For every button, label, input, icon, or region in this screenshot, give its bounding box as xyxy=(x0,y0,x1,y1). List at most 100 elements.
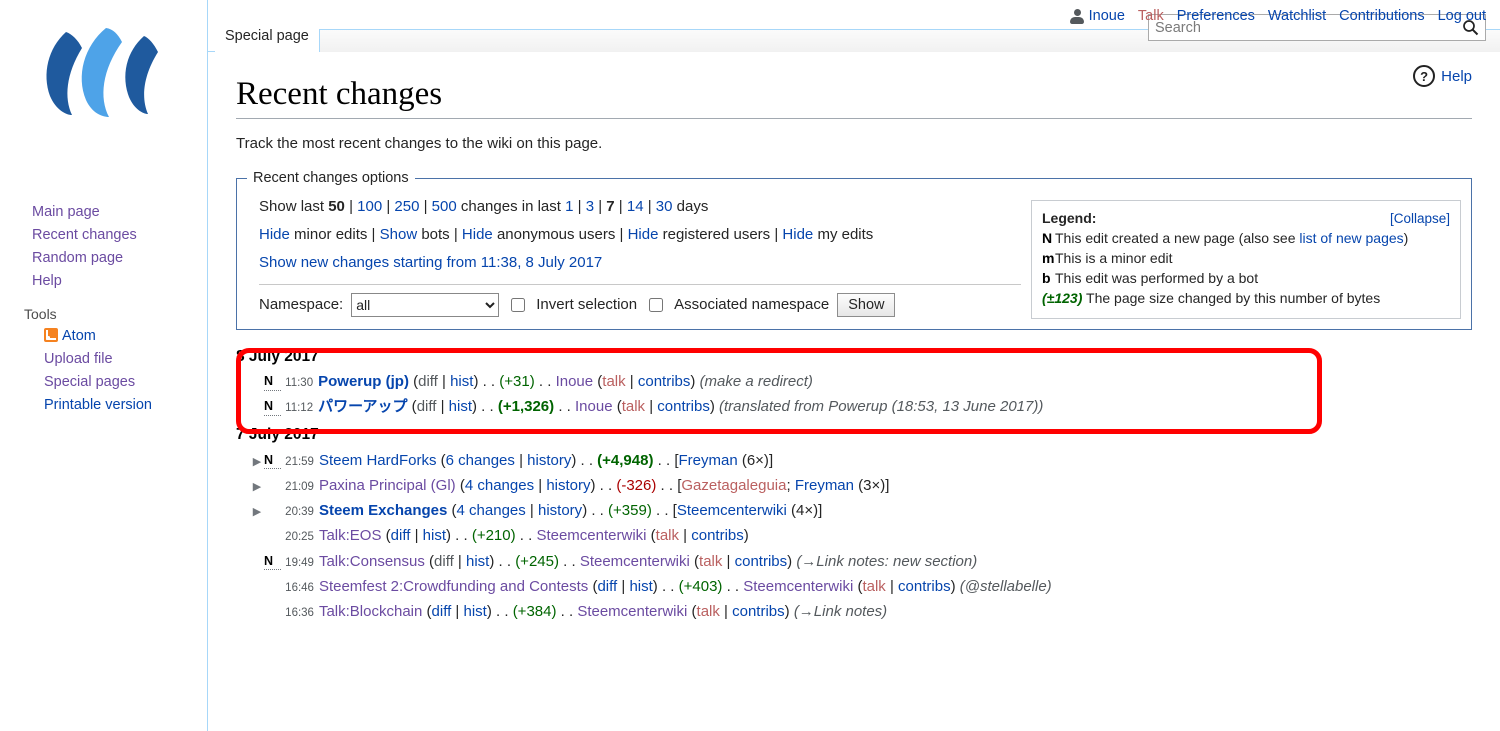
legend-link-new-pages[interactable]: list of new pages xyxy=(1299,230,1403,246)
limit-50[interactable]: 50 xyxy=(328,198,345,215)
sidebar-item-main-page[interactable]: Main page xyxy=(0,200,207,223)
limit-250[interactable]: 250 xyxy=(394,198,419,215)
user-contribs-link[interactable]: contribs xyxy=(691,527,744,544)
hist-link[interactable]: hist xyxy=(629,578,652,595)
bracket-user-link[interactable]: Freyman xyxy=(795,477,854,494)
table-row[interactable]: 16:36 Talk:Blockchain (diff | hist) . . (… xyxy=(250,600,1472,625)
show-new-changes-link[interactable]: Show new changes starting from 11:38, 8 … xyxy=(259,254,602,271)
user-contribs-link[interactable]: contribs xyxy=(735,553,788,570)
sidebar-item-help[interactable]: Help xyxy=(0,269,207,292)
filter-hide-registered-action[interactable]: Hide xyxy=(628,226,659,243)
limit-500[interactable]: 500 xyxy=(432,198,457,215)
entry-user-link[interactable]: Inoue xyxy=(575,398,613,415)
user-contribs-link[interactable]: contribs xyxy=(657,398,710,415)
sidebar-item-random-page[interactable]: Random page xyxy=(0,246,207,269)
changes-count-link[interactable]: 4 changes xyxy=(457,502,526,519)
user-talk-link[interactable]: talk xyxy=(602,373,625,390)
personal-link-contributions[interactable]: Contributions xyxy=(1339,8,1424,24)
entry-title-link[interactable]: Steem Exchanges xyxy=(319,502,447,519)
sidebar-item-special-pages[interactable]: Special pages xyxy=(0,370,207,393)
expand-arrow-icon[interactable]: ▶ xyxy=(250,505,264,520)
diff-link[interactable]: diff xyxy=(391,527,411,544)
entry-title-link[interactable]: Paxina Principal (Gl) xyxy=(319,477,456,494)
limit-100[interactable]: 100 xyxy=(357,198,382,215)
history-link[interactable]: history xyxy=(527,452,571,469)
table-row[interactable]: N 11:12 パワーアップ (diff | hist) . . (+1,326)… xyxy=(250,395,1472,420)
sidebar-link-main-page[interactable]: Main page xyxy=(32,204,100,220)
user-contribs-link[interactable]: contribs xyxy=(898,578,951,595)
user-talk-link[interactable]: talk xyxy=(656,527,679,544)
user-talk-link[interactable]: talk xyxy=(697,603,720,620)
changes-count-link[interactable]: 4 changes xyxy=(465,477,534,494)
hist-link[interactable]: hist xyxy=(466,553,489,570)
user-talk-link[interactable]: talk xyxy=(699,553,722,570)
bracket-user-link[interactable]: Steemcenterwiki xyxy=(677,502,787,519)
filter-hide-anon-action[interactable]: Hide xyxy=(462,226,493,243)
table-row[interactable]: 16:46 Steemfest 2:Crowdfunding and Contes… xyxy=(250,574,1472,599)
table-row[interactable]: ▶ 20:39 Steem Exchanges (4 changes | hist… xyxy=(250,499,1472,524)
sidebar-link-special-pages[interactable]: Special pages xyxy=(44,374,135,390)
table-row[interactable]: 20:25 Talk:EOS (diff | hist) . . (+210) .… xyxy=(250,524,1472,549)
sidebar-link-atom[interactable]: Atom xyxy=(62,328,96,344)
bracket-user-link[interactable]: Gazetagaleguia xyxy=(681,477,786,494)
entry-title-link[interactable]: Talk:Consensus xyxy=(319,553,425,570)
show-button[interactable]: Show xyxy=(837,292,896,317)
user-account[interactable]: Inoue xyxy=(1069,8,1125,24)
hist-link[interactable]: hist xyxy=(450,373,473,390)
help-link-label[interactable]: Help xyxy=(1441,68,1472,85)
entry-title-link[interactable]: Steem HardForks xyxy=(319,452,437,469)
diff-link[interactable]: diff xyxy=(597,578,617,595)
sidebar-item-atom[interactable]: Atom xyxy=(0,324,207,347)
table-row[interactable]: N 19:49 Talk:Consensus (diff | hist) . . … xyxy=(250,549,1472,574)
table-row[interactable]: ▶ 21:09 Paxina Principal (Gl) (4 changes … xyxy=(250,473,1472,498)
entry-title-link[interactable]: Talk:Blockchain xyxy=(319,603,422,620)
filter-hide-minor-action[interactable]: Hide xyxy=(259,226,290,243)
associated-namespace-checkbox[interactable] xyxy=(649,297,664,312)
days-30[interactable]: 30 xyxy=(656,198,673,215)
sidebar-item-recent-changes[interactable]: Recent changes xyxy=(0,223,207,246)
entry-user-link[interactable]: Steemcenterwiki xyxy=(743,578,853,595)
sidebar-link-upload-file[interactable]: Upload file xyxy=(44,351,113,367)
steem-logo[interactable] xyxy=(26,18,186,118)
user-contribs-link[interactable]: contribs xyxy=(638,373,691,390)
bracket-user-link[interactable]: Freyman xyxy=(678,452,737,469)
personal-link-talk[interactable]: Talk xyxy=(1138,8,1164,24)
personal-link-watchlist[interactable]: Watchlist xyxy=(1268,8,1326,24)
entry-user-link[interactable]: Steemcenterwiki xyxy=(577,603,687,620)
user-talk-link[interactable]: talk xyxy=(622,398,645,415)
personal-link-user[interactable]: Inoue xyxy=(1089,8,1125,24)
entry-title-link[interactable]: Powerup (jp) xyxy=(318,373,409,390)
sidebar-item-upload-file[interactable]: Upload file xyxy=(0,347,207,370)
sidebar-item-printable-version[interactable]: Printable version xyxy=(0,393,207,416)
filter-hide-myedits-action[interactable]: Hide xyxy=(782,226,813,243)
invert-selection-checkbox[interactable] xyxy=(511,297,526,312)
expand-arrow-icon[interactable]: ▶ xyxy=(250,455,264,470)
hist-link[interactable]: hist xyxy=(449,398,472,415)
days-14[interactable]: 14 xyxy=(627,198,644,215)
sidebar-link-help[interactable]: Help xyxy=(32,273,62,289)
days-3[interactable]: 3 xyxy=(586,198,594,215)
history-link[interactable]: history xyxy=(538,502,582,519)
diff-link[interactable]: diff xyxy=(432,603,452,620)
user-talk-link[interactable]: talk xyxy=(862,578,885,595)
help-link[interactable]: ? Help xyxy=(1413,65,1472,87)
hist-link[interactable]: hist xyxy=(464,603,487,620)
table-row[interactable]: ▶ N 21:59 Steem HardForks (6 changes | his… xyxy=(250,448,1472,473)
personal-link-preferences[interactable]: Preferences xyxy=(1177,8,1255,24)
days-7[interactable]: 7 xyxy=(606,198,614,215)
sidebar-link-random-page[interactable]: Random page xyxy=(32,250,123,266)
user-contribs-link[interactable]: contribs xyxy=(732,603,785,620)
entry-user-link[interactable]: Inoue xyxy=(556,373,594,390)
entry-user-link[interactable]: Steemcenterwiki xyxy=(580,553,690,570)
hist-link[interactable]: hist xyxy=(423,527,446,544)
changes-count-link[interactable]: 6 changes xyxy=(446,452,515,469)
sidebar-link-printable-version[interactable]: Printable version xyxy=(44,397,152,413)
legend-collapse-link[interactable]: [Collapse] xyxy=(1390,209,1450,228)
expand-arrow-icon[interactable]: ▶ xyxy=(250,480,264,495)
tab-special-page[interactable]: Special page xyxy=(215,22,319,52)
entry-user-link[interactable]: Steemcenterwiki xyxy=(536,527,646,544)
personal-link-logout[interactable]: Log out xyxy=(1438,8,1486,24)
namespace-select[interactable]: all xyxy=(351,292,500,317)
history-link[interactable]: history xyxy=(546,477,590,494)
table-row[interactable]: N 11:30 Powerup (jp) (diff | hist) . . (+… xyxy=(250,370,1472,395)
